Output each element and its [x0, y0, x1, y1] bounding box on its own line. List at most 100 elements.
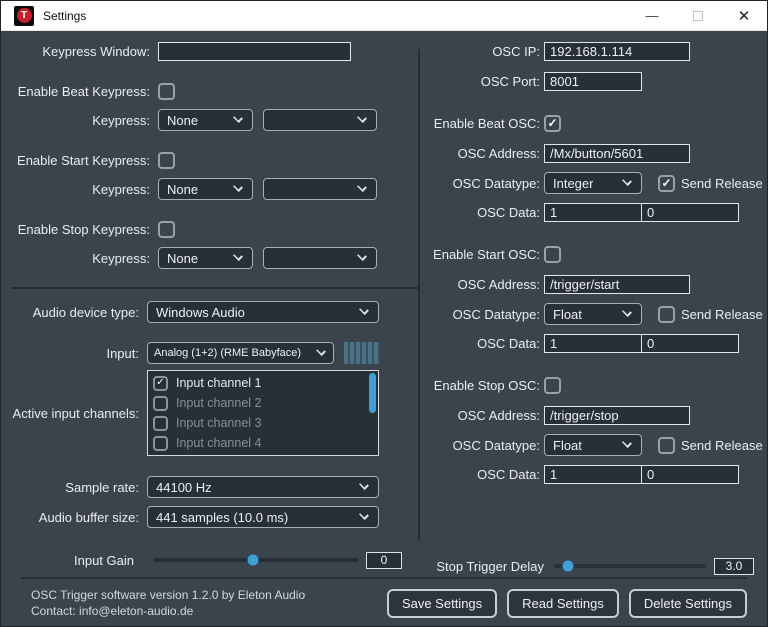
input-gain-slider[interactable]	[153, 558, 358, 562]
stop-osc-address-input[interactable]	[544, 406, 690, 425]
stop-osc-data-off-input[interactable]	[641, 465, 739, 484]
channels-scrollbar[interactable]	[369, 373, 376, 413]
left-section-divider	[11, 287, 418, 289]
enable-start-keypress-checkbox[interactable]	[158, 152, 175, 169]
start-keypress-key-dropdown[interactable]: None	[158, 178, 253, 200]
stop-trigger-delay-value[interactable]: 3.0	[714, 558, 754, 575]
enable-beat-keypress-label: Enable Beat Keypress:	[1, 84, 150, 99]
channel-list-item[interactable]: Input channel 2	[153, 393, 378, 413]
chevron-down-icon	[357, 182, 367, 192]
footer-info: OSC Trigger software version 1.2.0 by El…	[31, 587, 305, 619]
osc-ip-input[interactable]	[544, 42, 690, 61]
sample-rate-label: Sample rate:	[1, 480, 139, 495]
window-title: Settings	[43, 9, 86, 23]
audio-input-label: Input:	[1, 346, 139, 361]
stop-osc-datatype-dropdown[interactable]: Float	[544, 434, 642, 456]
start-osc-address-input[interactable]	[544, 275, 690, 294]
beat-osc-address-input[interactable]	[544, 144, 690, 163]
stop-osc-address-label: OSC Address:	[420, 408, 540, 423]
active-input-channels-label: Active input channels:	[1, 406, 139, 421]
keypress-audio-panel: Keypress Window: Enable Beat Keypress: K…	[1, 32, 418, 571]
start-send-release-checkbox[interactable]	[658, 306, 675, 323]
chevron-down-icon	[233, 251, 243, 261]
enable-stop-keypress-label: Enable Stop Keypress:	[1, 222, 150, 237]
enable-start-osc-label: Enable Start OSC:	[420, 247, 540, 262]
stop-keypress-key-dropdown[interactable]: None	[158, 247, 253, 269]
enable-stop-osc-label: Enable Stop OSC:	[420, 378, 540, 393]
chevron-down-icon	[316, 346, 326, 356]
maximize-icon	[693, 11, 703, 21]
audio-input-dropdown[interactable]: Analog (1+2) (RME Babyface)	[147, 342, 334, 364]
enable-stop-osc-checkbox[interactable]	[544, 377, 561, 394]
save-settings-button[interactable]: Save Settings	[387, 589, 497, 618]
start-osc-datatype-dropdown[interactable]: Float	[544, 303, 642, 325]
beat-osc-address-label: OSC Address:	[420, 146, 540, 161]
chevron-down-icon	[359, 510, 369, 520]
audio-buffer-size-dropdown[interactable]: 441 samples (10.0 ms)	[147, 506, 379, 528]
footer: OSC Trigger software version 1.2.0 by El…	[1, 580, 767, 626]
settings-window: T Settings — ✕ Keypress Window: Enable B…	[0, 0, 768, 627]
footer-buttons: Save Settings Read Settings Delete Setti…	[387, 589, 747, 618]
start-osc-data-on-input[interactable]	[544, 334, 642, 353]
enable-stop-keypress-checkbox[interactable]	[158, 221, 175, 238]
stop-send-release-label: Send Release	[681, 438, 763, 453]
beat-osc-data-label: OSC Data:	[420, 205, 540, 220]
beat-osc-data-off-input[interactable]	[641, 203, 739, 222]
channel-1-checkbox[interactable]: ✓	[153, 376, 168, 391]
delete-settings-button[interactable]: Delete Settings	[629, 589, 747, 618]
channel-3-checkbox[interactable]	[153, 416, 168, 431]
audio-buffer-size-label: Audio buffer size:	[1, 510, 139, 525]
beat-osc-datatype-dropdown[interactable]: Integer	[544, 172, 642, 194]
stop-trigger-delay-slider-thumb[interactable]	[562, 561, 573, 572]
stop-trigger-delay-label: Stop Trigger Delay	[420, 559, 544, 574]
stop-keypress-modifier-dropdown[interactable]	[263, 247, 377, 269]
chevron-down-icon	[359, 480, 369, 490]
version-text: OSC Trigger software version 1.2.0 by El…	[31, 587, 305, 603]
start-osc-data-off-input[interactable]	[641, 334, 739, 353]
input-gain-slider-thumb[interactable]	[248, 555, 259, 566]
sample-rate-dropdown[interactable]: 44100 Hz	[147, 476, 379, 498]
channel-2-checkbox[interactable]	[153, 396, 168, 411]
active-input-channels-list[interactable]: ✓ Input channel 1 Input channel 2 Input …	[147, 370, 379, 456]
beat-keypress-key-dropdown[interactable]: None	[158, 109, 253, 131]
audio-device-type-dropdown[interactable]: Windows Audio	[147, 301, 379, 323]
close-button[interactable]: ✕	[721, 1, 767, 30]
minimize-button[interactable]: —	[629, 1, 675, 30]
start-keypress-modifier-dropdown[interactable]	[263, 178, 377, 200]
chevron-down-icon	[233, 182, 243, 192]
stop-osc-datatype-label: OSC Datatype:	[420, 438, 540, 453]
maximize-button[interactable]	[675, 1, 721, 30]
app-icon: T	[14, 6, 34, 26]
beat-keypress-modifier-dropdown[interactable]	[263, 109, 377, 131]
beat-osc-datatype-label: OSC Datatype:	[420, 176, 540, 191]
stop-osc-data-label: OSC Data:	[420, 467, 540, 482]
input-gain-value[interactable]: 0	[366, 552, 402, 569]
stop-send-release-checkbox[interactable]	[658, 437, 675, 454]
enable-beat-keypress-checkbox[interactable]	[158, 83, 175, 100]
channel-list-item[interactable]: Input channel 3	[153, 413, 378, 433]
osc-port-label: OSC Port:	[420, 74, 540, 89]
chevron-down-icon	[622, 307, 632, 317]
footer-divider	[21, 577, 747, 579]
channel-4-checkbox[interactable]	[153, 436, 168, 451]
enable-beat-osc-label: Enable Beat OSC:	[420, 116, 540, 131]
titlebar: T Settings — ✕	[1, 1, 767, 31]
start-osc-address-label: OSC Address:	[420, 277, 540, 292]
enable-start-osc-checkbox[interactable]	[544, 246, 561, 263]
channel-list-item[interactable]: Input channel 4	[153, 433, 378, 453]
start-send-release-label: Send Release	[681, 307, 763, 322]
stop-keypress-label: Keypress:	[1, 251, 150, 266]
read-settings-button[interactable]: Read Settings	[507, 589, 619, 618]
osc-port-input[interactable]	[544, 72, 642, 91]
beat-osc-data-on-input[interactable]	[544, 203, 642, 222]
stop-trigger-delay-slider[interactable]	[554, 564, 706, 568]
enable-beat-osc-checkbox[interactable]: ✓	[544, 115, 561, 132]
audio-device-type-label: Audio device type:	[1, 305, 139, 320]
chevron-down-icon	[357, 251, 367, 261]
channel-list-item[interactable]: ✓ Input channel 1	[153, 373, 378, 393]
app-icon-letter: T	[17, 8, 32, 23]
keypress-window-input[interactable]	[158, 42, 351, 61]
stop-osc-data-on-input[interactable]	[544, 465, 642, 484]
start-osc-datatype-label: OSC Datatype:	[420, 307, 540, 322]
beat-send-release-checkbox[interactable]: ✓	[658, 175, 675, 192]
